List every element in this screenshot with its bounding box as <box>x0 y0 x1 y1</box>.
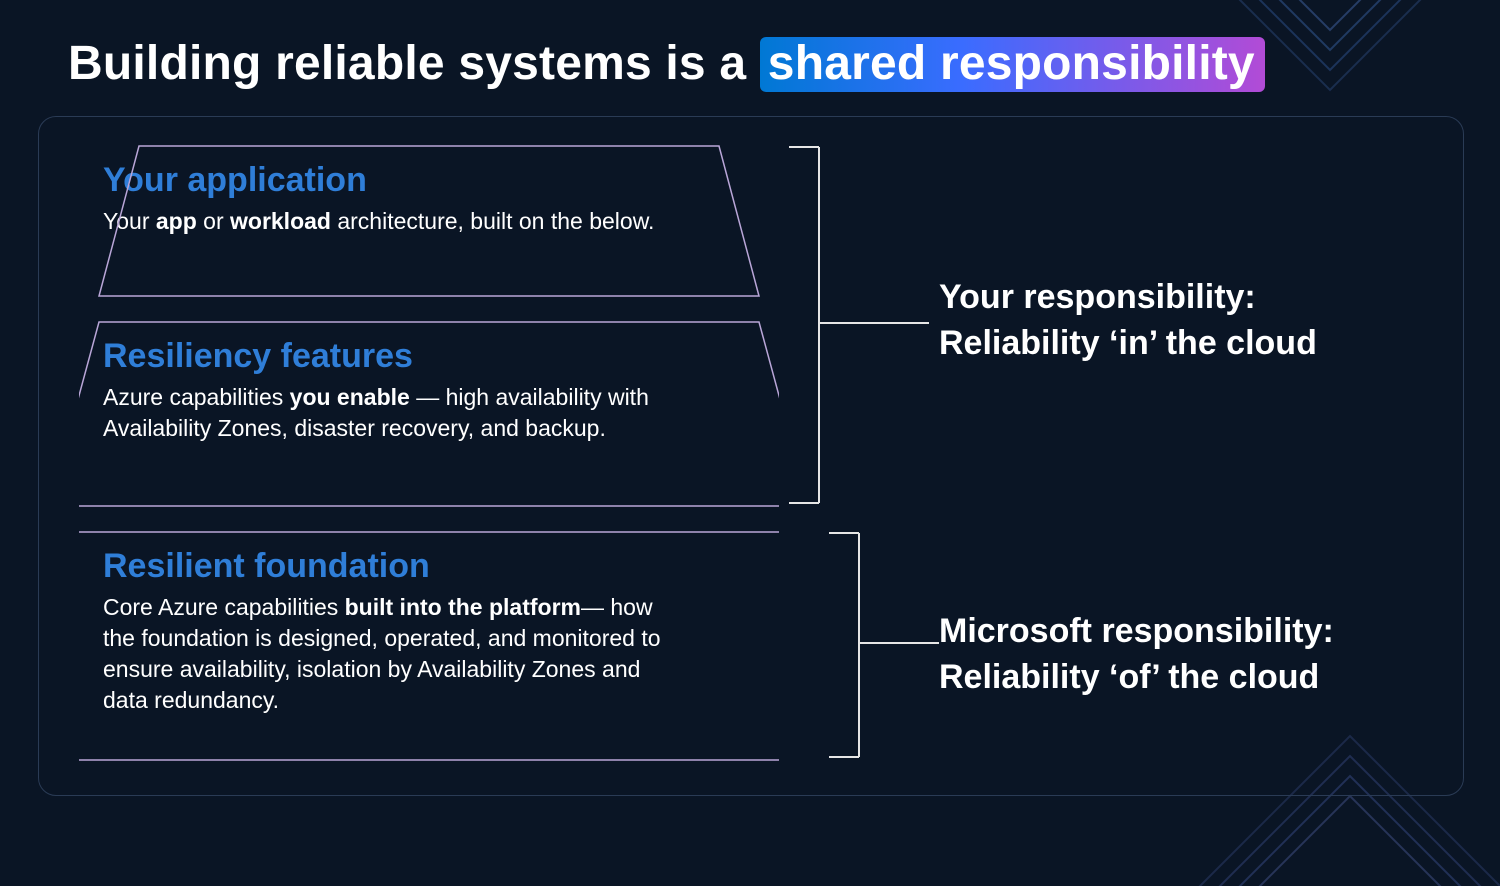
bracket-ms-responsibility <box>819 531 949 761</box>
label-line: Your responsibility: <box>939 275 1317 321</box>
stack-boxes: Your application Your app or workload ar… <box>79 145 779 785</box>
box-resilient-foundation: Resilient foundation Core Azure capabili… <box>79 531 779 761</box>
slide-title: Building reliable systems is a shared re… <box>68 36 1265 91</box>
title-prefix: Building reliable systems is a <box>68 37 760 90</box>
box-body: Azure capabilities you enable — high ava… <box>103 382 663 444</box>
box-heading: Resiliency features <box>103 337 755 376</box>
bracket-your-responsibility <box>779 145 939 507</box>
label-line: Microsoft responsibility: <box>939 609 1334 655</box>
title-highlight: shared responsibility <box>760 37 1265 92</box>
box-heading: Resilient foundation <box>103 547 755 586</box>
box-body: Your app or workload architecture, built… <box>103 206 663 237</box>
main-panel: Your application Your app or workload ar… <box>38 116 1464 796</box>
label-line: Reliability ‘of’ the cloud <box>939 655 1334 701</box>
label-line: Reliability ‘in’ the cloud <box>939 321 1317 367</box>
label-your-responsibility: Your responsibility: Reliability ‘in’ th… <box>939 275 1317 367</box>
label-ms-responsibility: Microsoft responsibility: Reliability ‘o… <box>939 609 1334 701</box>
box-resiliency-features: Resiliency features Azure capabilities y… <box>79 321 779 507</box>
box-heading: Your application <box>103 161 755 200</box>
box-your-application: Your application Your app or workload ar… <box>79 145 779 297</box>
box-body: Core Azure capabilities built into the p… <box>103 592 663 716</box>
